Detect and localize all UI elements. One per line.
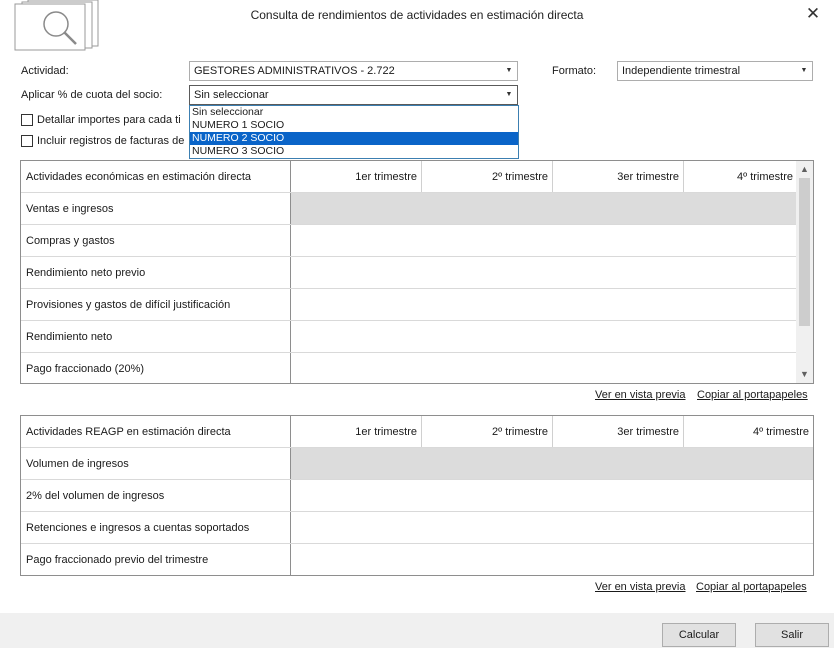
- table-row[interactable]: Rendimiento neto previo: [21, 257, 797, 289]
- row-values-shaded[interactable]: [291, 193, 797, 224]
- table-row[interactable]: Pago fraccionado (20%): [21, 353, 797, 383]
- scrollbar-thumb[interactable]: [799, 178, 810, 326]
- dropdown-option[interactable]: NUMERO 3 SOCIO: [190, 145, 518, 158]
- row-values-shaded[interactable]: [291, 448, 813, 479]
- table-row[interactable]: Pago fraccionado previo del trimestre: [21, 544, 813, 575]
- formato-value: Independiente trimestral: [622, 65, 741, 77]
- row-label: Ventas e ingresos: [21, 193, 291, 224]
- dropdown-option[interactable]: NUMERO 1 SOCIO: [190, 119, 518, 132]
- dropdown-option-selected[interactable]: NUMERO 2 SOCIO: [190, 132, 518, 145]
- incluir-label: Incluir registros de facturas de: [37, 135, 185, 147]
- chevron-down-icon: ▼: [505, 67, 513, 74]
- grid-header-cell: 3er trimestre: [553, 416, 684, 447]
- table-row[interactable]: Ventas e ingresos: [21, 193, 797, 225]
- grid-header-row: Actividades económicas en estimación dir…: [21, 161, 797, 193]
- aplicar-cuota-dropdown-list[interactable]: Sin seleccionar NUMERO 1 SOCIO NUMERO 2 …: [189, 105, 519, 159]
- table-row[interactable]: 2% del volumen de ingresos: [21, 480, 813, 512]
- row-label: Volumen de ingresos: [21, 448, 291, 479]
- grid-header-cell: Actividades REAGP en estimación directa: [21, 416, 291, 447]
- grid-header-cell: 1er trimestre: [291, 161, 422, 192]
- actividad-select[interactable]: GESTORES ADMINISTRATIVOS - 2.722 ▼: [189, 61, 518, 81]
- salir-button[interactable]: Salir: [755, 623, 829, 647]
- aplicar-cuota-select[interactable]: Sin seleccionar ▼: [189, 85, 518, 105]
- row-label: Rendimiento neto: [21, 321, 291, 352]
- actividades-economicas-grid[interactable]: Actividades económicas en estimación dir…: [20, 160, 814, 384]
- chevron-down-icon: ▼: [505, 91, 513, 98]
- row-label: 2% del volumen de ingresos: [21, 480, 291, 511]
- table-row[interactable]: Volumen de ingresos: [21, 448, 813, 480]
- calcular-button[interactable]: Calcular: [662, 623, 736, 647]
- actividad-label: Actividad:: [21, 65, 69, 77]
- row-label: Rendimiento neto previo: [21, 257, 291, 288]
- aplicar-cuota-label: Aplicar % de cuota del socio:: [21, 89, 163, 101]
- close-button[interactable]: ✕: [800, 3, 826, 25]
- table-row[interactable]: Compras y gastos: [21, 225, 797, 257]
- grid-header-cell: 2º trimestre: [422, 161, 553, 192]
- row-label: Pago fraccionado previo del trimestre: [21, 544, 291, 575]
- grid-header-cell: 3er trimestre: [553, 161, 684, 192]
- copiar-portapapeles-link[interactable]: Copiar al portapapeles: [696, 581, 807, 593]
- grid-header-cell: Actividades económicas en estimación dir…: [21, 161, 291, 192]
- grid-header-cell: 4º trimestre: [753, 426, 809, 438]
- table-row[interactable]: Provisiones y gastos de difícil justific…: [21, 289, 797, 321]
- incluir-checkbox[interactable]: [21, 135, 33, 147]
- grid-header-row: Actividades REAGP en estimación directa …: [21, 416, 813, 448]
- table-row[interactable]: Rendimiento neto: [21, 321, 797, 353]
- vertical-scrollbar[interactable]: ▲ ▼: [796, 161, 813, 383]
- aplicar-cuota-value: Sin seleccionar: [194, 89, 269, 101]
- detallar-checkbox[interactable]: [21, 114, 33, 126]
- ver-vista-previa-link[interactable]: Ver en vista previa: [595, 389, 686, 401]
- row-label: Pago fraccionado (20%): [21, 353, 291, 383]
- detallar-label: Detallar importes para cada ti: [37, 114, 181, 126]
- copiar-portapapeles-link[interactable]: Copiar al portapapeles: [697, 389, 808, 401]
- ver-vista-previa-link[interactable]: Ver en vista previa: [595, 581, 686, 593]
- chevron-down-icon: ▼: [800, 67, 808, 74]
- actividades-reagp-grid[interactable]: Actividades REAGP en estimación directa …: [20, 415, 814, 576]
- dropdown-option[interactable]: Sin seleccionar: [190, 106, 518, 119]
- grid-header-cell: 4º trimestre: [737, 171, 793, 183]
- grid-header-cell: 1er trimestre: [291, 416, 422, 447]
- grid-header-cell: 2º trimestre: [422, 416, 553, 447]
- scroll-up-icon[interactable]: ▲: [796, 161, 813, 178]
- row-label: Compras y gastos: [21, 225, 291, 256]
- window-title: Consulta de rendimientos de actividades …: [250, 8, 584, 22]
- actividad-value: GESTORES ADMINISTRATIVOS - 2.722: [194, 65, 395, 77]
- scroll-down-icon[interactable]: ▼: [796, 366, 813, 383]
- formato-label: Formato:: [552, 65, 597, 77]
- row-label: Retenciones e ingresos a cuentas soporta…: [21, 512, 291, 543]
- table-row[interactable]: Retenciones e ingresos a cuentas soporta…: [21, 512, 813, 544]
- row-label: Provisiones y gastos de difícil justific…: [21, 289, 291, 320]
- formato-select[interactable]: Independiente trimestral ▼: [617, 61, 813, 81]
